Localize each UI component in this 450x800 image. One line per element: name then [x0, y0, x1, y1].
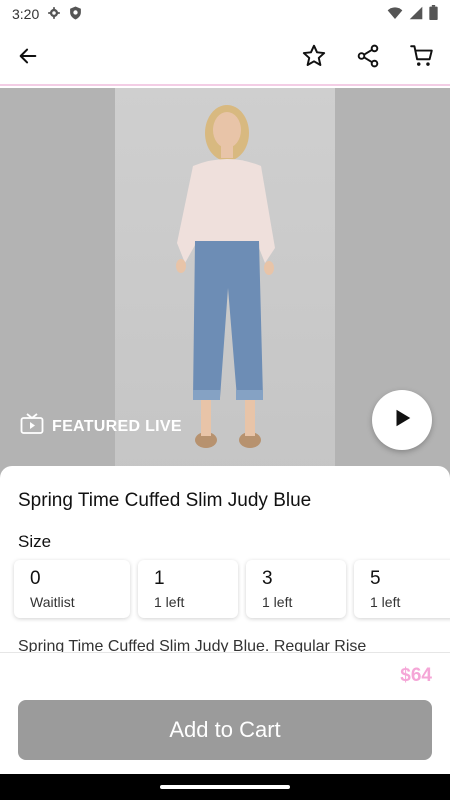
system-nav-bar: [0, 774, 450, 800]
product-title: Spring Time Cuffed Slim Judy Blue: [18, 490, 312, 511]
size-value: 3: [262, 568, 273, 589]
star-icon[interactable]: [296, 38, 332, 74]
size-availability: Waitlist: [30, 594, 75, 610]
size-option-1[interactable]: 1 1 left: [138, 560, 238, 618]
product-hero: FEATURED LIVE: [0, 88, 450, 478]
cart-icon[interactable]: [404, 38, 440, 74]
size-label: Size: [18, 532, 52, 551]
shield-icon: [69, 6, 82, 23]
add-to-cart-button[interactable]: Add to Cart: [18, 700, 432, 760]
play-icon: [391, 407, 413, 434]
product-details-sheet: Spring Time Cuffed Slim Judy Blue Size 0…: [0, 466, 450, 656]
signal-icon: [409, 6, 423, 23]
size-value: 1: [154, 568, 165, 589]
size-options: 0 Waitlist 1 1 left 3 1 left 5 1 left: [14, 560, 450, 618]
share-icon[interactable]: [350, 38, 386, 74]
tv-icon: [20, 413, 44, 440]
battery-icon: [429, 5, 438, 23]
size-value: 0: [30, 568, 41, 589]
size-availability: 1 left: [154, 594, 185, 610]
status-bar: 3:20: [0, 0, 450, 28]
size-option-0[interactable]: 0 Waitlist: [14, 560, 130, 618]
size-availability: 1 left: [370, 594, 401, 610]
home-gesture-handle[interactable]: [160, 785, 290, 789]
app-bar: [0, 28, 450, 86]
product-price: $64: [400, 665, 432, 686]
size-value: 5: [370, 568, 381, 589]
status-time: 3:20: [12, 6, 40, 22]
play-button[interactable]: [372, 390, 432, 450]
featured-live-label: FEATURED LIVE: [52, 417, 182, 435]
gear-icon: [47, 6, 61, 23]
size-option-3[interactable]: 3 1 left: [246, 560, 346, 618]
back-arrow-icon[interactable]: [10, 38, 46, 74]
size-availability: 1 left: [262, 594, 293, 610]
purchase-footer: $64 Add to Cart: [0, 652, 450, 774]
size-option-5[interactable]: 5 1 left: [354, 560, 450, 618]
featured-live-badge: FEATURED LIVE: [20, 413, 182, 440]
wifi-icon: [387, 6, 403, 23]
